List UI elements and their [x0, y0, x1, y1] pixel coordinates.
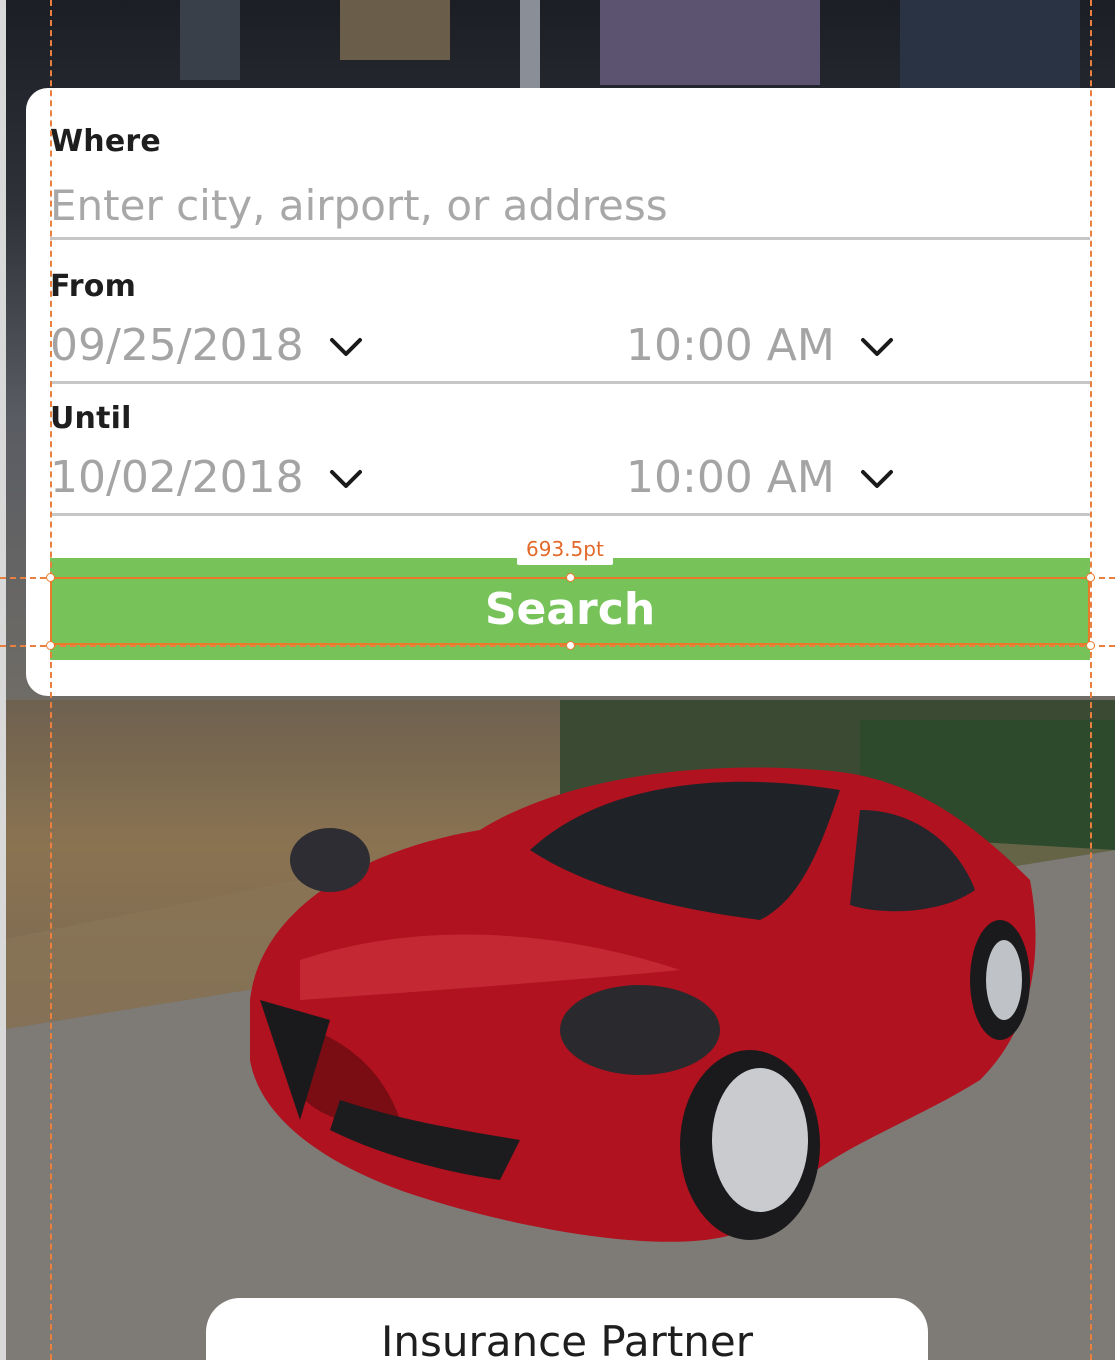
guide-line-right	[1090, 0, 1092, 1360]
from-time-picker[interactable]: 10:00 AM	[626, 320, 897, 371]
guide-line-left	[50, 0, 52, 1360]
left-edge-strip	[0, 0, 6, 1360]
chevron-down-icon	[329, 337, 362, 356]
guide-line-bottom	[0, 645, 1115, 647]
from-date-picker[interactable]: 09/25/2018	[50, 320, 366, 371]
until-underline	[50, 513, 1090, 516]
from-underline	[50, 381, 1090, 384]
resize-handle[interactable]	[46, 641, 55, 650]
from-time-value: 10:00 AM	[626, 320, 835, 371]
resize-handle[interactable]	[46, 573, 55, 582]
where-underline	[50, 237, 1090, 240]
car-photo	[0, 700, 1115, 1360]
resize-handle[interactable]	[566, 641, 575, 650]
until-date-picker[interactable]: 10/02/2018	[50, 452, 366, 503]
from-date-value: 09/25/2018	[50, 320, 304, 371]
from-label: From	[50, 269, 137, 304]
insurance-partner-tab[interactable]: Insurance Partner	[206, 1298, 928, 1360]
chevron-down-icon	[329, 469, 362, 488]
until-time-value: 10:00 AM	[626, 452, 835, 503]
chevron-down-icon	[860, 469, 893, 488]
chevron-down-icon	[860, 337, 893, 356]
resize-handle[interactable]	[566, 573, 575, 582]
width-measurement-badge: 693.5pt	[517, 533, 613, 565]
selection-box	[50, 577, 1090, 645]
where-input[interactable]	[50, 178, 1080, 232]
until-label: Until	[50, 401, 132, 436]
app-screen: Where From 09/25/2018 10:00 AM Until 10/…	[0, 0, 1115, 1360]
until-date-value: 10/02/2018	[50, 452, 304, 503]
resize-handle[interactable]	[1086, 573, 1095, 582]
where-label: Where	[50, 124, 161, 159]
until-time-picker[interactable]: 10:00 AM	[626, 452, 897, 503]
resize-handle[interactable]	[1086, 641, 1095, 650]
